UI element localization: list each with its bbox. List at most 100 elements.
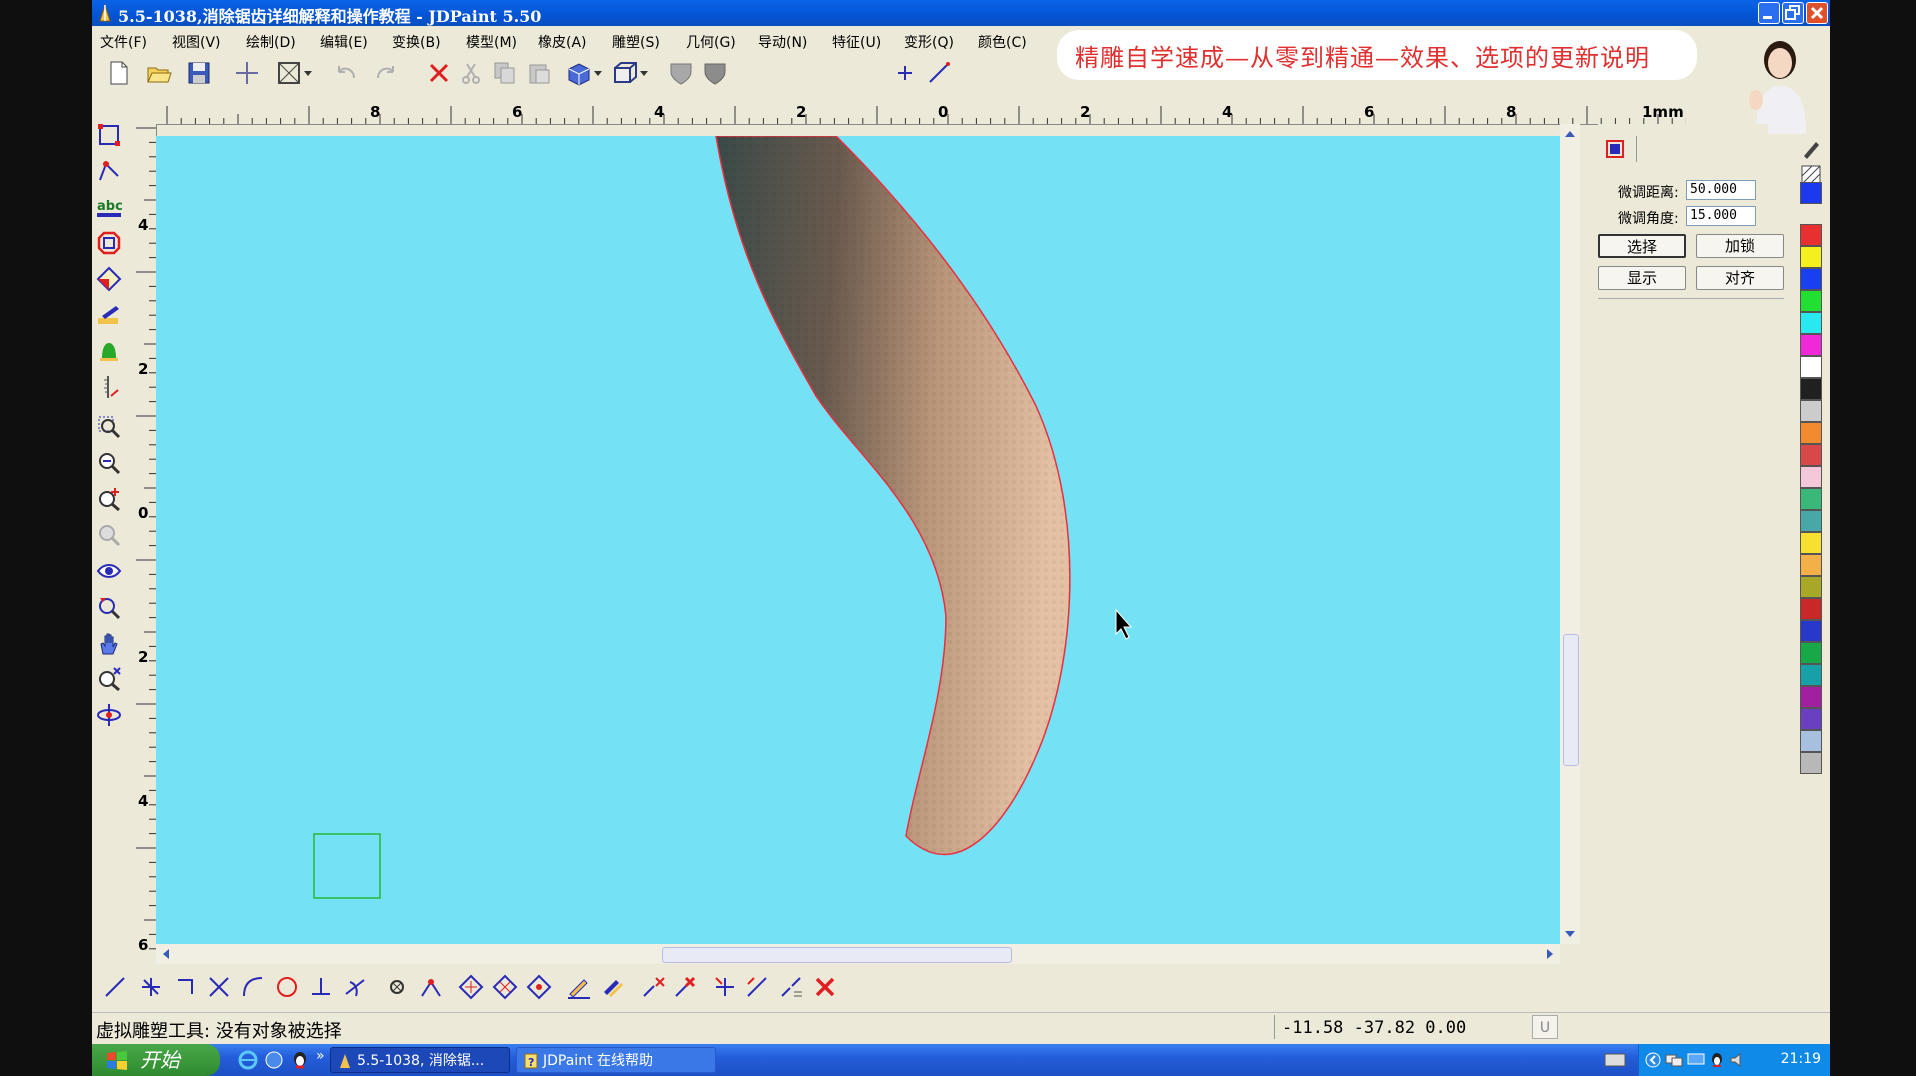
tray-volume-icon[interactable]	[1729, 1052, 1745, 1068]
task-help[interactable]: ? JDPaint 在线帮助	[516, 1047, 716, 1073]
horizontal-scrollbar[interactable]	[156, 944, 1560, 964]
drawing-canvas[interactable]	[156, 136, 1560, 944]
view-dropdown-icon[interactable]	[638, 60, 652, 86]
text-abc-icon[interactable]: abc	[96, 194, 122, 220]
draw-pen-icon[interactable]	[566, 974, 592, 1000]
pen-tool-icon[interactable]	[1800, 138, 1822, 160]
color-swatch[interactable]	[1800, 620, 1822, 642]
zoom-out-icon[interactable]	[96, 450, 122, 476]
color-swatch[interactable]	[1800, 642, 1822, 664]
color-swatch[interactable]	[1800, 290, 1822, 312]
scroll-right-icon[interactable]	[1542, 946, 1558, 962]
copy-icon[interactable]	[492, 60, 518, 86]
ie-icon[interactable]	[238, 1050, 258, 1070]
open-folder-icon[interactable]	[146, 60, 172, 86]
color-swatch[interactable]	[1800, 576, 1822, 598]
layer-box-icon[interactable]	[566, 60, 592, 86]
menu-geometry[interactable]: 几何(G)	[686, 32, 736, 52]
snap-grid2-icon[interactable]	[492, 974, 518, 1000]
snap-circle-icon[interactable]	[274, 974, 300, 1000]
extend-icon[interactable]	[712, 974, 738, 1000]
select-frame-icon[interactable]	[96, 122, 122, 148]
save-icon[interactable]	[186, 60, 212, 86]
layer-dropdown-icon[interactable]	[592, 60, 606, 86]
vertical-scrollbar[interactable]	[1560, 124, 1580, 944]
zoom-all-icon[interactable]	[96, 522, 122, 548]
pan-hand-icon[interactable]	[96, 630, 122, 656]
orbit-icon[interactable]	[96, 702, 122, 728]
snap-line-icon[interactable]	[102, 974, 128, 1000]
color-swatch[interactable]	[1800, 532, 1822, 554]
polygon-icon[interactable]	[96, 230, 122, 256]
color-swatch[interactable]	[1800, 224, 1822, 246]
task-jdpaint[interactable]: 5.5-1038, 消除锯...	[330, 1047, 510, 1073]
color-swatch[interactable]	[1800, 422, 1822, 444]
menu-color[interactable]: 颜色(C)	[978, 32, 1027, 52]
quicklaunch-more-icon[interactable]: »	[316, 1048, 325, 1064]
menu-eraser[interactable]: 橡皮(A)	[538, 32, 587, 52]
close-button[interactable]	[1806, 2, 1828, 24]
tray-expand-icon[interactable]	[1645, 1052, 1661, 1068]
color-swatch[interactable]	[1800, 664, 1822, 686]
menu-model[interactable]: 模型(M)	[466, 32, 517, 52]
line-icon[interactable]	[926, 60, 952, 86]
view-box-icon[interactable]	[612, 60, 638, 86]
tray-qq-icon[interactable]	[1709, 1052, 1725, 1068]
scroll-down-icon[interactable]	[1562, 926, 1578, 942]
dropdown-arrow-icon[interactable]	[302, 60, 316, 86]
color-swatch[interactable]	[1800, 730, 1822, 752]
view-eye-icon[interactable]	[96, 558, 122, 584]
snap-star-icon[interactable]	[138, 974, 164, 1000]
browser-icon[interactable]	[264, 1050, 284, 1070]
shield-outline-icon[interactable]	[668, 60, 694, 86]
rotate-view-icon[interactable]	[96, 594, 122, 620]
crosshair-icon[interactable]	[234, 60, 260, 86]
color-swatch[interactable]	[1800, 752, 1822, 774]
nudge-angle-input[interactable]: 15.000	[1686, 206, 1756, 226]
tray-display-icon[interactable]	[1687, 1052, 1705, 1068]
delete-icon[interactable]	[426, 60, 452, 86]
shield-filled-icon[interactable]	[702, 60, 728, 86]
scroll-up-icon[interactable]	[1562, 126, 1578, 142]
tray-network-icon[interactable]	[1665, 1052, 1683, 1068]
qq-icon[interactable]	[290, 1050, 310, 1070]
color-swatch[interactable]	[1800, 466, 1822, 488]
brush-tool-icon[interactable]	[96, 302, 122, 328]
snap-intersect-icon[interactable]	[206, 974, 232, 1000]
undo-icon[interactable]	[334, 60, 360, 86]
color-swatch[interactable]	[1800, 182, 1822, 204]
measure-tool-icon[interactable]	[96, 374, 122, 400]
minimize-button[interactable]	[1758, 2, 1780, 24]
color-swatch[interactable]	[1800, 554, 1822, 576]
snap-tangent-icon[interactable]	[342, 974, 368, 1000]
cut-icon[interactable]	[458, 60, 484, 86]
align-button[interactable]: 对齐	[1696, 266, 1784, 290]
color-swatch[interactable]	[1800, 356, 1822, 378]
show-button[interactable]: 显示	[1598, 266, 1686, 290]
color-swatch[interactable]	[1800, 400, 1822, 422]
zoom-dynamic-icon[interactable]	[96, 666, 122, 692]
lock-button[interactable]: 加锁	[1696, 234, 1784, 258]
color-swatch[interactable]	[1800, 312, 1822, 334]
snap-arc-icon[interactable]	[240, 974, 266, 1000]
paste-icon[interactable]	[526, 60, 552, 86]
new-file-icon[interactable]	[106, 60, 132, 86]
panel-select-icon[interactable]	[1604, 138, 1626, 160]
pick-delete-icon[interactable]	[672, 974, 698, 1000]
menu-file[interactable]: 文件(F)	[100, 32, 147, 52]
menu-feature[interactable]: 特征(U)	[832, 32, 881, 52]
trim-icon[interactable]	[744, 974, 770, 1000]
node-edit-icon[interactable]	[96, 158, 122, 184]
menu-deform[interactable]: 变形(Q)	[904, 32, 954, 52]
zoom-window-icon[interactable]	[96, 414, 122, 440]
redo-icon[interactable]	[372, 60, 398, 86]
restore-button[interactable]	[1782, 2, 1804, 24]
color-swatch[interactable]	[1800, 598, 1822, 620]
menu-draw[interactable]: 绘制(D)	[246, 32, 296, 52]
break-icon[interactable]	[778, 974, 804, 1000]
select-button[interactable]: 选择	[1598, 234, 1686, 258]
cancel-x-icon[interactable]	[812, 974, 838, 1000]
point-icon[interactable]	[892, 60, 918, 86]
snap-corner-icon[interactable]	[172, 974, 198, 1000]
nudge-distance-input[interactable]: 50.000	[1686, 180, 1756, 200]
